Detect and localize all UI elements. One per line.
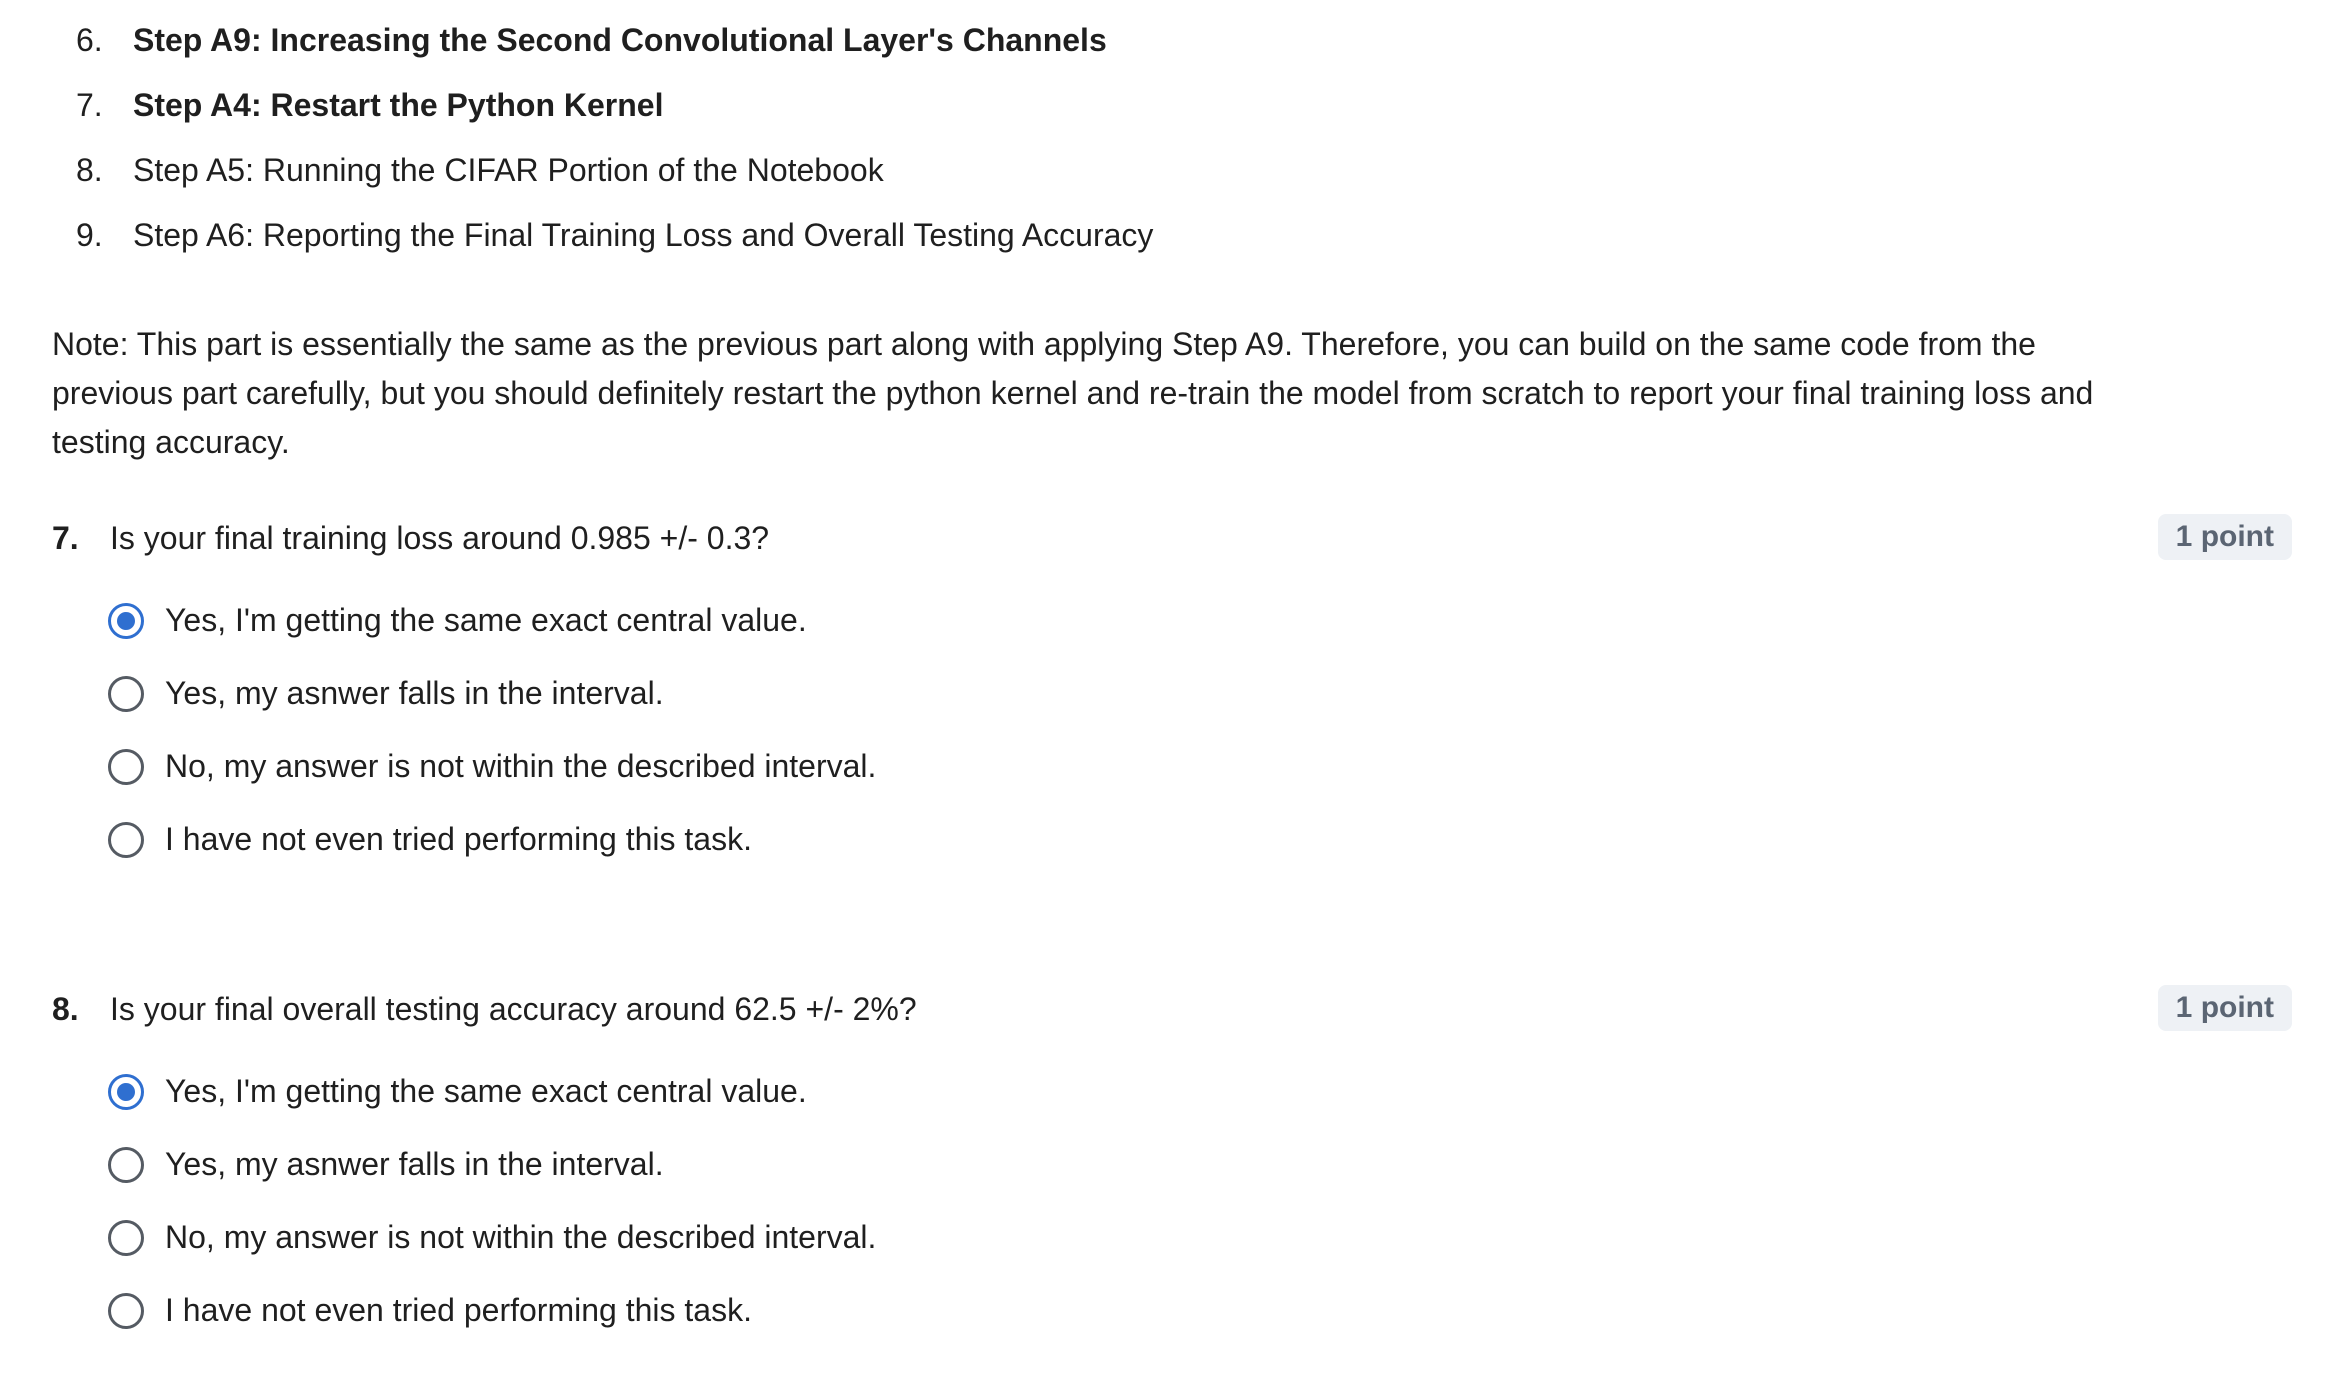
question-text: Is your final overall testing accuracy a…	[110, 990, 917, 1027]
question-number: 8.	[52, 990, 79, 1027]
option-label: I have not even tried performing this ta…	[165, 821, 752, 857]
question-header: 7. Is your final training loss around 0.…	[52, 506, 2292, 570]
radio-group: Yes, I'm getting the same exact central …	[108, 584, 2292, 876]
radio-button[interactable]	[108, 748, 144, 785]
option-label: Yes, my asnwer falls in the interval.	[165, 1146, 664, 1182]
points-badge: 1 point	[2157, 985, 2292, 1031]
step-number: 8.	[76, 152, 103, 188]
radio-option[interactable]: Yes, my asnwer falls in the interval.	[108, 657, 2292, 730]
radio-button[interactable]	[108, 821, 144, 858]
radio-option[interactable]: I have not even tried performing this ta…	[108, 803, 2292, 876]
step-item: 8. Step A5: Running the CIFAR Portion of…	[52, 138, 1153, 203]
radio-button[interactable]	[108, 1146, 144, 1183]
radio-group: Yes, I'm getting the same exact central …	[108, 1055, 2292, 1347]
radio-button-selected[interactable]	[108, 602, 144, 639]
radio-option[interactable]: Yes, I'm getting the same exact central …	[108, 584, 2292, 657]
step-number: 6.	[76, 22, 103, 58]
option-label: Yes, my asnwer falls in the interval.	[165, 675, 664, 711]
step-item: 9. Step A6: Reporting the Final Training…	[52, 203, 1153, 268]
step-text: Step A6: Reporting the Final Training Lo…	[133, 217, 1154, 253]
question-number: 7.	[52, 519, 79, 556]
step-text: Step A9: Increasing the Second Convoluti…	[133, 22, 1107, 58]
radio-option[interactable]: Yes, my asnwer falls in the interval.	[108, 1128, 2292, 1201]
option-label: Yes, I'm getting the same exact central …	[165, 1073, 807, 1109]
option-label: Yes, I'm getting the same exact central …	[165, 602, 807, 638]
radio-button[interactable]	[108, 1292, 144, 1329]
option-label: I have not even tried performing this ta…	[165, 1292, 752, 1328]
step-number: 9.	[76, 217, 103, 253]
radio-option[interactable]: No, my answer is not within the describe…	[108, 730, 2292, 803]
radio-option[interactable]: Yes, I'm getting the same exact central …	[108, 1055, 2292, 1128]
question-8: 8. Is your final overall testing accurac…	[52, 977, 2292, 1347]
radio-button-selected[interactable]	[108, 1073, 144, 1110]
option-label: No, my answer is not within the describe…	[165, 1219, 877, 1255]
step-number: 7.	[76, 87, 103, 123]
step-text: Step A4: Restart the Python Kernel	[133, 87, 664, 123]
step-text: Step A5: Running the CIFAR Portion of th…	[133, 152, 884, 188]
option-label: No, my answer is not within the describe…	[165, 748, 877, 784]
radio-option[interactable]: No, my answer is not within the describe…	[108, 1201, 2292, 1274]
points-badge: 1 point	[2157, 514, 2292, 560]
steps-list: 6. Step A9: Increasing the Second Convol…	[52, 8, 1153, 268]
step-item: 6. Step A9: Increasing the Second Convol…	[52, 8, 1153, 73]
radio-button[interactable]	[108, 1219, 144, 1256]
radio-option[interactable]: I have not even tried performing this ta…	[108, 1274, 2292, 1347]
quiz-page: 6. Step A9: Increasing the Second Convol…	[0, 0, 2346, 1376]
question-header: 8. Is your final overall testing accurac…	[52, 977, 2292, 1041]
question-7: 7. Is your final training loss around 0.…	[52, 506, 2292, 876]
radio-button[interactable]	[108, 675, 144, 712]
question-text: Is your final training loss around 0.985…	[110, 519, 770, 556]
note-paragraph: Note: This part is essentially the same …	[52, 326, 2094, 460]
step-item: 7. Step A4: Restart the Python Kernel	[52, 73, 1153, 138]
